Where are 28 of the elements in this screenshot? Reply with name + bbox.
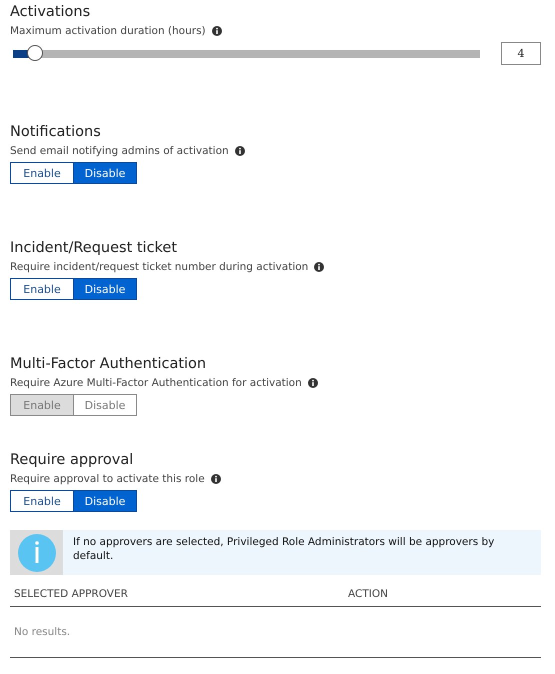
setting-label: Require Azure Multi-Factor Authentication for activation [10,377,302,389]
info-icon [18,534,56,572]
info-icon [234,146,245,156]
toggle-button[interactable]: Enable [10,278,74,300]
setting-label: Require incident/request ticket number during activation [10,261,308,273]
info-icon [308,378,318,388]
toggle-button[interactable]: Disable [74,490,137,512]
toggle-button[interactable]: Enable [10,490,74,512]
info-icon [210,474,221,484]
section-title: Activations [10,3,92,22]
toggle-button[interactable]: Disable [74,278,137,300]
setting-label: Require approval to activate this role [10,473,205,485]
section-title: Require approval [10,451,134,470]
setting-label: Maximum activation duration (hours) [10,25,206,37]
toggle-button[interactable]: Enable [10,162,74,184]
column-header: ACTION [348,588,388,600]
section-title: Multi-Factor Authentication [10,355,208,374]
info-text: If no approvers are selected, Privileged Role Administrators will be approvers by default. [72,535,496,564]
duration-input[interactable]: 4 [501,42,541,65]
toggle-button[interactable]: Disable [74,162,137,184]
slider[interactable] [13,44,480,62]
info-icon [314,262,324,272]
section-title: Notifications [10,123,102,142]
info-icon [212,26,222,36]
column-header: SELECTED APPROVER [14,588,129,600]
section-title: Incident/Request ticket [10,239,178,258]
empty-message: No results. [14,626,70,638]
setting-label: Send email notifying admins of activation [10,145,229,157]
